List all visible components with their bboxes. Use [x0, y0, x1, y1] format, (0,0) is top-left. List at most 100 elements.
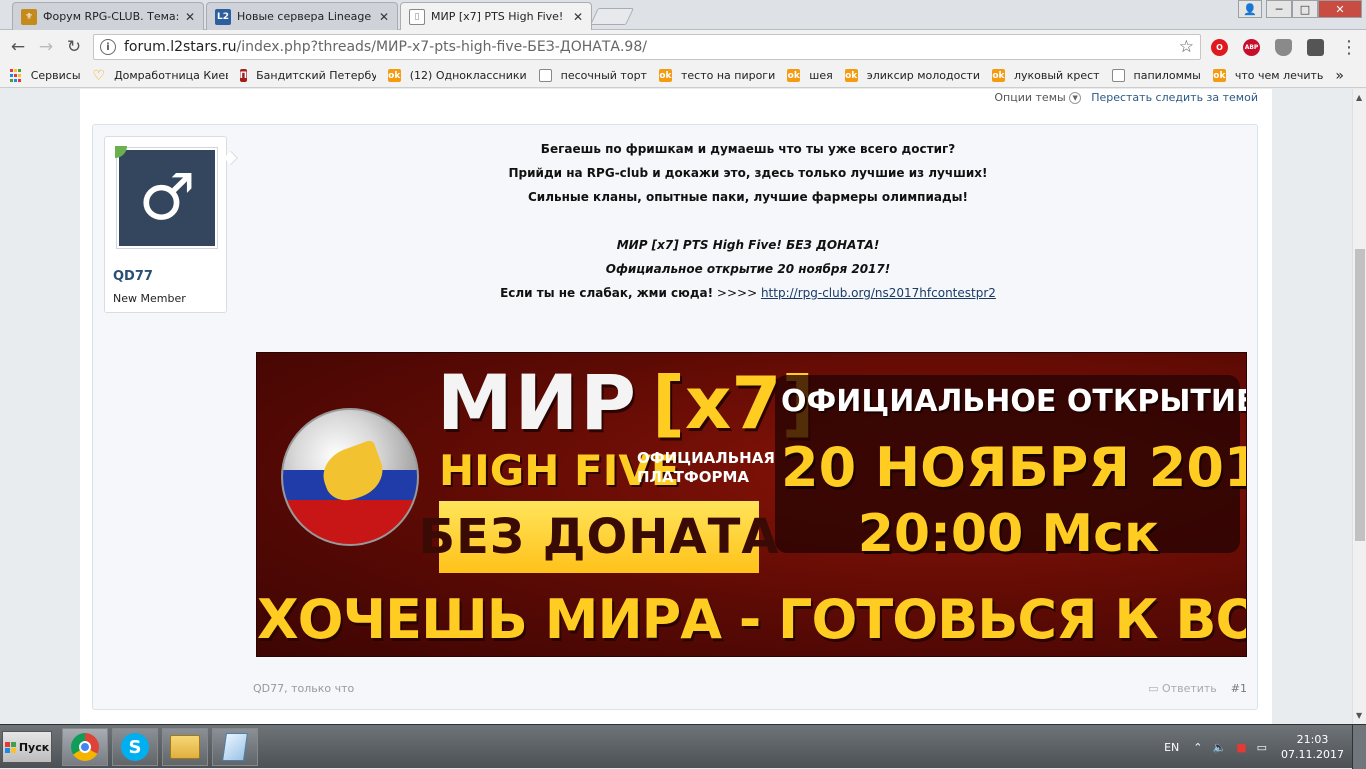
user-icon[interactable]: 👤 — [1238, 0, 1262, 18]
bookmarks-bar: Сервисы ♡ Домработница Киев, Д П Бандитс… — [0, 64, 1366, 88]
message-line: Бегаешь по фришкам и думаешь что ты уже … — [540, 142, 956, 156]
tab-strip: ⚜ Форум RPG-CLUB. Тема: о ✕ L2 Новые сер… — [0, 0, 1366, 30]
taskbar-skype[interactable]: S — [112, 728, 158, 766]
bookmark-label: Сервисы — [30, 69, 81, 82]
adblock-plus-icon[interactable]: ABP — [1243, 39, 1260, 56]
clock[interactable]: 21:03 07.11.2017 — [1281, 732, 1344, 762]
maximize-button[interactable]: □ — [1292, 0, 1318, 18]
scroll-thumb[interactable] — [1355, 249, 1365, 541]
bookmark-item[interactable]: ok эликсир молодости — [844, 69, 980, 82]
close-tab-icon[interactable]: ✕ — [379, 10, 389, 24]
forward-button[interactable]: → — [35, 36, 57, 58]
taskbar-chrome[interactable] — [62, 728, 108, 766]
menu-icon[interactable]: ⋮ — [1338, 36, 1360, 58]
bookmark-label: шея — [809, 69, 833, 82]
bookmark-item[interactable]: ok луковый крест — [991, 69, 1100, 82]
post-number[interactable]: #1 — [1231, 682, 1247, 695]
message-line: МИР [x7] PTS High Five! БЕЗ ДОНАТА! — [616, 238, 880, 252]
tab-rpg-club[interactable]: ⚜ Форум RPG-CLUB. Тема: о ✕ — [12, 2, 204, 30]
clock-time: 21:03 — [1296, 733, 1329, 746]
promo-link[interactable]: http://rpg-club.org/ns2017hfcontestpr2 — [761, 286, 996, 300]
scroll-up-icon[interactable]: ▲ — [1356, 93, 1362, 102]
bookmark-item[interactable]: папиломмы — [1111, 69, 1201, 82]
windows-logo-icon — [4, 741, 16, 753]
bookmark-label: (12) Одноклассники — [409, 69, 527, 82]
globe-emblem-icon — [281, 408, 419, 546]
notepad-icon — [222, 733, 248, 761]
message-line: Официальное открытие 20 ноября 2017! — [605, 262, 891, 276]
minimize-button[interactable]: ─ — [1266, 0, 1292, 18]
bookmark-item[interactable]: ok тесто на пироги — [658, 69, 775, 82]
thread-options-menu[interactable]: Опции темы ▼ — [994, 91, 1082, 104]
volume-icon[interactable]: 🔈 — [1213, 741, 1227, 754]
close-tab-icon[interactable]: ✕ — [185, 10, 195, 24]
bookmark-services[interactable]: Сервисы — [9, 69, 81, 82]
tab-title: Новые сервера Lineage 2 — [237, 10, 373, 23]
reply-label: Ответить — [1162, 682, 1217, 695]
avatar[interactable]: ♂ — [117, 148, 217, 248]
bookmark-item[interactable]: ok что чем лечить — [1212, 69, 1324, 82]
bookmark-label: Бандитский Петербург — [256, 69, 376, 82]
reply-button[interactable]: ▭ Ответить — [1148, 682, 1217, 695]
post-author-date[interactable]: QD77, только что — [253, 682, 354, 695]
extension-icon[interactable] — [1307, 39, 1324, 56]
user-title: New Member — [113, 292, 186, 305]
banner-time: 20:00 Мск — [857, 504, 1160, 564]
bookmark-label: луковый крест — [1013, 69, 1100, 82]
info-icon[interactable]: i — [100, 39, 116, 55]
vertical-scrollbar[interactable]: ▲ ▼ — [1352, 89, 1366, 724]
document-icon: ▯ — [409, 8, 425, 25]
ok-icon: ok — [787, 69, 801, 82]
chevron-down-icon: ▼ — [1069, 92, 1082, 104]
pg-icon: П — [239, 69, 248, 82]
new-tab-button[interactable] — [590, 8, 634, 25]
chrome-icon — [71, 733, 99, 761]
banner-opening: ОФИЦИАЛЬНОЕ ОТКРЫТИЕ — [781, 384, 1247, 419]
back-button[interactable]: ← — [7, 36, 29, 58]
banner-slogan: ХОЧЕШЬ МИРА - ГОТОВЬСЯ К ВОЙНЕ — [257, 588, 1246, 651]
start-button[interactable]: Пуск — [2, 731, 52, 763]
bookmark-item[interactable]: ok шея — [787, 69, 833, 82]
cta-text: Если ты не слабак, жми сюда! — [500, 286, 714, 300]
tab-mir-x7[interactable]: ▯ МИР [x7] PTS High Five! Б ✕ — [400, 2, 592, 30]
username-link[interactable]: QD77 — [113, 269, 153, 284]
bookmark-item[interactable]: ♡ Домработница Киев, Д — [93, 69, 228, 82]
bookmark-item[interactable]: песочный торт — [538, 69, 647, 82]
banner-date: 20 НОЯБРЯ 2017 — [781, 436, 1246, 499]
security-icon[interactable]: ■ — [1236, 741, 1246, 754]
tray-expand-icon[interactable]: ⌃ — [1193, 741, 1202, 754]
scroll-down-icon[interactable]: ▼ — [1356, 711, 1362, 720]
windows-taskbar: Пуск S EN ⌃ 🔈 ■ ▭ 21:03 07.11.2017 — [0, 724, 1366, 769]
clock-date: 07.11.2017 — [1281, 748, 1344, 761]
taskbar-explorer[interactable] — [162, 728, 208, 766]
bookmark-label: эликсир молодости — [866, 69, 980, 82]
tab-l2-servers[interactable]: L2 Новые сервера Lineage 2 ✕ — [206, 2, 398, 30]
taskbar-notepad[interactable] — [212, 728, 258, 766]
address-bar[interactable]: i forum.l2stars.ru /index.php?threads/МИ… — [93, 34, 1201, 60]
close-tab-icon[interactable]: ✕ — [573, 10, 583, 24]
message-line: Сильные кланы, опытные паки, лучшие фарм… — [528, 190, 968, 204]
more-bookmarks-icon[interactable]: » — [1335, 68, 1344, 84]
start-label: Пуск — [18, 740, 50, 754]
rpg-club-favicon: ⚜ — [21, 8, 37, 25]
bookmark-label: папиломмы — [1133, 69, 1201, 82]
ok-icon: ok — [658, 69, 672, 82]
heart-icon: ♡ — [92, 69, 106, 82]
reload-button[interactable]: ↻ — [63, 36, 85, 58]
opera-icon[interactable]: O — [1211, 39, 1228, 56]
bookmark-item[interactable]: П Бандитский Петербург — [239, 69, 376, 82]
language-indicator[interactable]: EN — [1164, 741, 1179, 754]
bookmark-star-icon[interactable]: ☆ — [1179, 37, 1194, 57]
promo-banner-image[interactable]: МИР [x7] HIGH FIVE ОФИЦИАЛЬНАЯ ПЛАТФОРМА… — [256, 352, 1247, 657]
show-desktop-button[interactable] — [1352, 725, 1366, 769]
bookmark-label: песочный торт — [560, 69, 647, 82]
message-meta: QD77, только что ▭ Ответить #1 — [253, 682, 1247, 695]
tab-title: МИР [x7] PTS High Five! Б — [431, 10, 567, 23]
page-icon — [1111, 69, 1125, 82]
network-icon[interactable]: ▭ — [1257, 741, 1267, 754]
close-window-button[interactable]: ✕ — [1318, 0, 1362, 18]
bookmark-item[interactable]: ok (12) Одноклассники — [387, 69, 527, 82]
unwatch-thread-link[interactable]: Перестать следить за темой — [1091, 91, 1258, 104]
bookmark-label: что чем лечить — [1234, 69, 1324, 82]
shield-icon[interactable] — [1275, 39, 1292, 56]
